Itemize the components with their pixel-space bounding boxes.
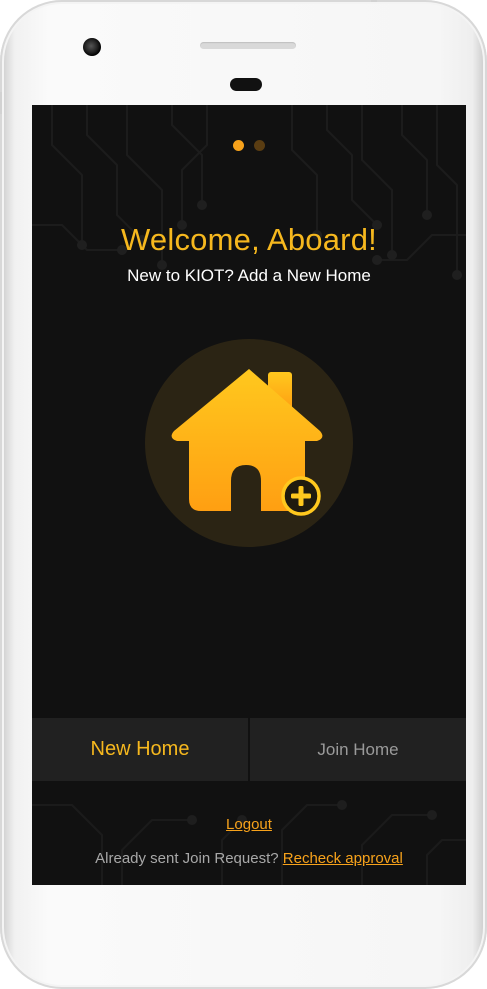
recheck-approval-link[interactable]: Recheck approval — [283, 850, 403, 867]
new-home-button[interactable]: New Home — [32, 718, 250, 781]
front-camera — [83, 38, 101, 56]
phone-frame: Welcome, Aboard! New to KIOT? Add a New … — [0, 0, 487, 989]
logout-link[interactable]: Logout — [32, 816, 466, 833]
welcome-title: Welcome, Aboard! — [121, 222, 377, 257]
house-illustration — [145, 339, 353, 547]
action-buttons: New Home Join Home — [32, 718, 466, 781]
join-request-text: Already sent Join Request? — [95, 850, 279, 867]
page-indicator — [32, 138, 466, 156]
app-screen: Welcome, Aboard! New to KIOT? Add a New … — [32, 105, 466, 885]
join-request-line: Already sent Join Request? Recheck appro… — [32, 850, 466, 867]
side-button — [0, 92, 2, 114]
page-dot-active[interactable] — [233, 140, 244, 151]
welcome-subtitle: New to KIOT? Add a New Home — [127, 266, 371, 285]
join-home-button[interactable]: Join Home — [250, 718, 466, 781]
top-edge-mark — [371, 0, 377, 2]
house-add-icon — [171, 369, 323, 516]
page-dot-inactive[interactable] — [254, 140, 265, 151]
earpiece — [230, 78, 262, 91]
speaker-grille — [200, 42, 296, 49]
